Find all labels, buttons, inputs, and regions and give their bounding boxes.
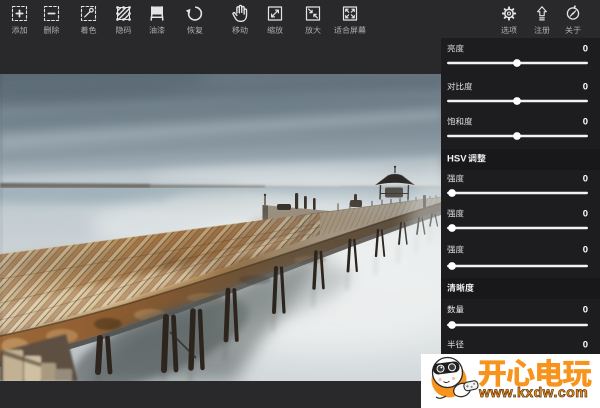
svg-text:0: 0 bbox=[583, 82, 588, 93]
svg-text:0: 0 bbox=[583, 209, 588, 220]
svg-text:0: 0 bbox=[583, 117, 588, 128]
svg-text:0: 0 bbox=[583, 174, 588, 185]
svg-text:0: 0 bbox=[583, 245, 588, 256]
svg-text:0: 0 bbox=[583, 44, 588, 55]
svg-text:0: 0 bbox=[583, 305, 588, 316]
svg-text:HSV: HSV bbox=[447, 154, 467, 165]
svg-text:0: 0 bbox=[583, 340, 588, 351]
svg-text:www.kxdw.com: www.kxdw.com bbox=[478, 384, 588, 400]
